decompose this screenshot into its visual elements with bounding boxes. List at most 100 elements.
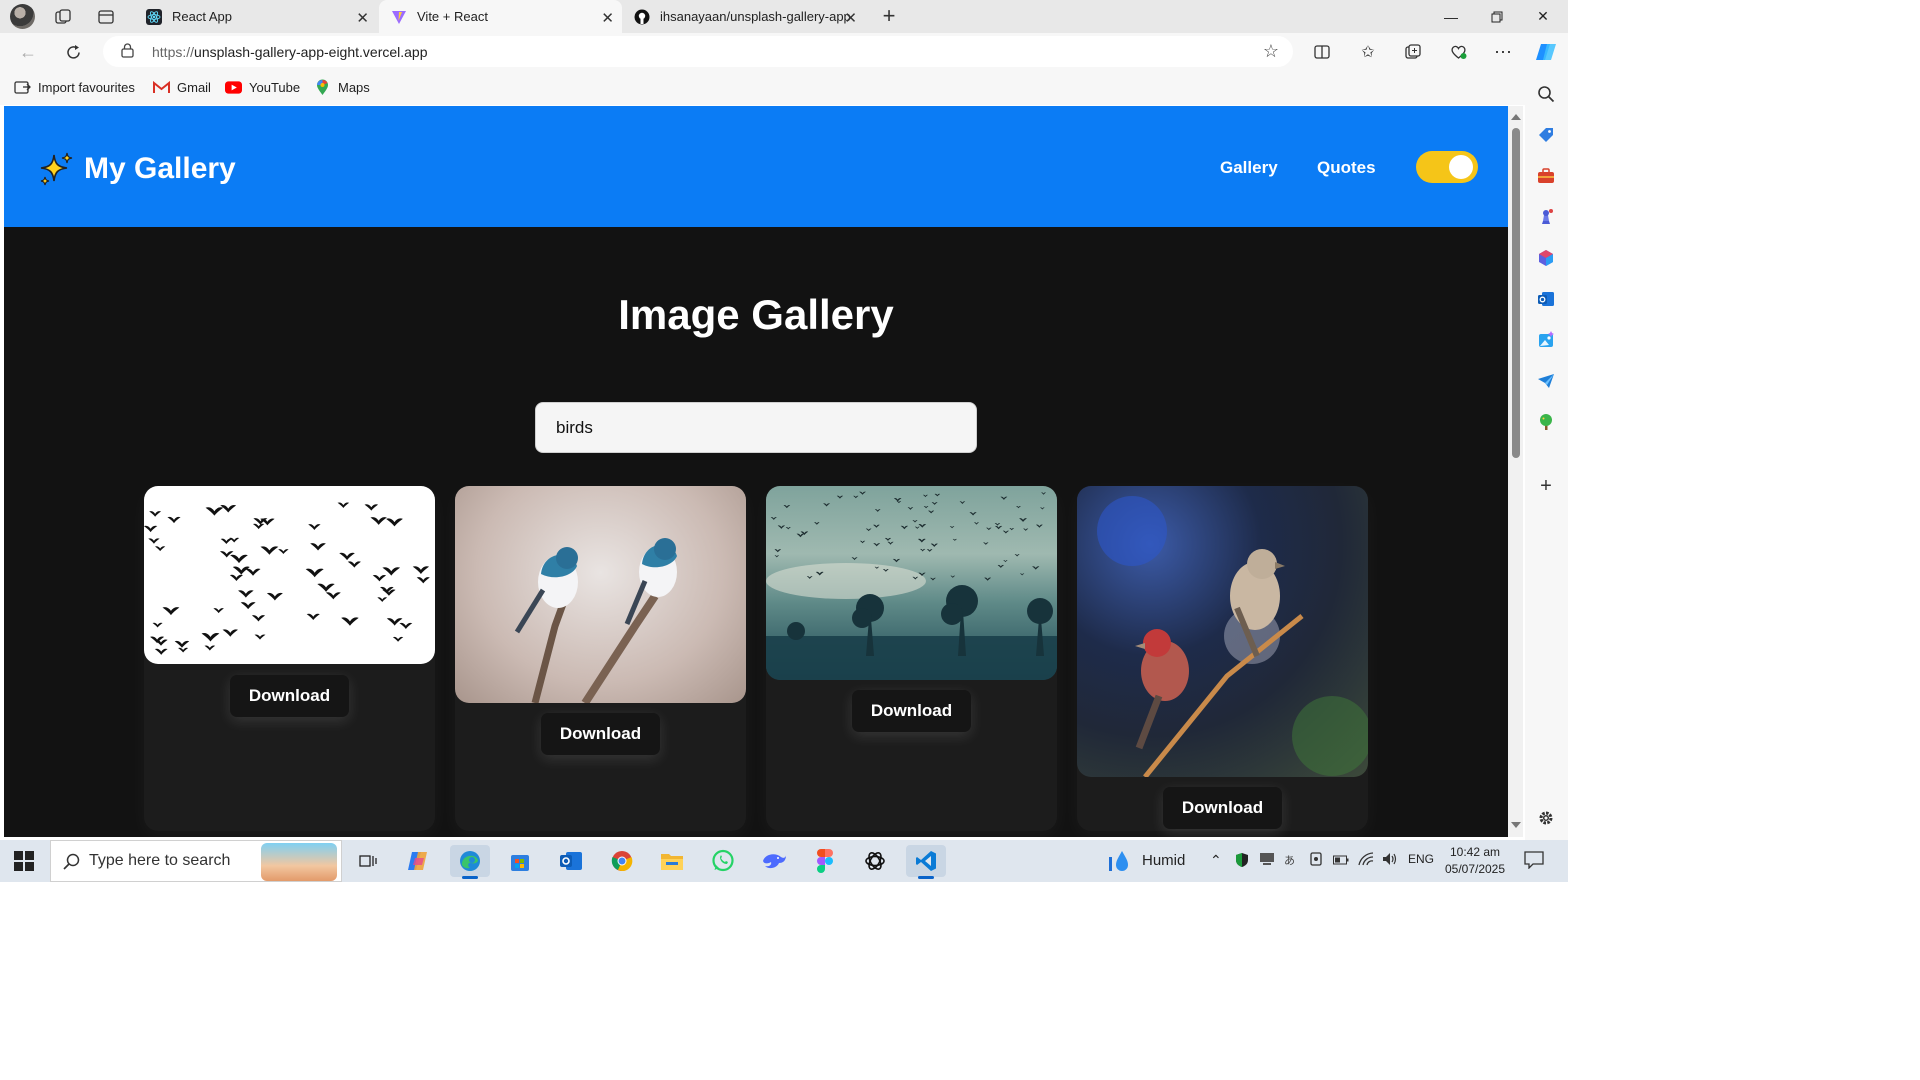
copilot-icon[interactable] xyxy=(1533,39,1559,65)
games-chess-icon[interactable] xyxy=(1535,206,1557,228)
image-creator-icon[interactable] xyxy=(1535,329,1557,351)
volume-icon[interactable] xyxy=(1382,852,1398,869)
shopping-tag-icon[interactable] xyxy=(1535,124,1557,146)
download-button[interactable]: Download xyxy=(541,713,660,755)
close-tab-icon[interactable]: ✕ xyxy=(601,9,614,27)
image-card: Download xyxy=(455,486,746,831)
foggy-landscape-birds-image[interactable] xyxy=(766,486,1057,680)
vscode-icon[interactable] xyxy=(906,845,946,879)
windows-start-icon[interactable] xyxy=(14,851,34,871)
brand-title: My Gallery xyxy=(84,152,236,185)
address-bar[interactable]: https://unsplash-gallery-app-eight.verce… xyxy=(103,36,1293,67)
react-logo-icon xyxy=(146,8,162,25)
refresh-icon[interactable] xyxy=(59,38,87,66)
deepseek-icon[interactable] xyxy=(754,845,794,877)
download-button[interactable]: Download xyxy=(852,690,971,732)
taskbar-search-box[interactable]: Type here to search xyxy=(50,840,342,882)
nav-quotes-link[interactable]: Quotes xyxy=(1317,158,1376,178)
minimize-icon[interactable]: — xyxy=(1428,0,1474,33)
microsoft-365-icon[interactable] xyxy=(1535,247,1557,269)
theme-toggle[interactable] xyxy=(1416,151,1478,183)
meet-now-icon[interactable] xyxy=(1309,852,1323,869)
profile-avatar[interactable] xyxy=(10,4,35,29)
microsoft-store-icon[interactable] xyxy=(500,845,540,877)
settings-gear-icon[interactable] xyxy=(1535,807,1557,829)
clock[interactable]: 10:42 am 05/07/2025 xyxy=(1440,844,1510,878)
scroll-thumb[interactable] xyxy=(1512,128,1520,458)
whatsapp-icon[interactable] xyxy=(703,845,743,877)
nav-gallery-link[interactable]: Gallery xyxy=(1220,158,1278,178)
weather-drop-icon[interactable] xyxy=(1109,849,1131,876)
file-explorer-icon[interactable] xyxy=(652,845,692,877)
page-scrollbar[interactable] xyxy=(1508,106,1523,837)
more-options-icon[interactable]: ⋯ xyxy=(1490,39,1516,65)
finches-on-branch-image[interactable] xyxy=(1077,486,1368,777)
tree-icon[interactable] xyxy=(1535,411,1557,433)
battery-icon[interactable] xyxy=(1333,852,1349,868)
search-icon[interactable] xyxy=(1535,83,1557,105)
lock-icon[interactable] xyxy=(121,43,134,63)
task-view-icon[interactable] xyxy=(348,845,388,877)
youtube-link[interactable]: YouTube xyxy=(225,79,300,96)
new-tab-icon[interactable]: + xyxy=(876,4,902,30)
favourites-bar: Import favourites Gmail YouTube Maps xyxy=(0,71,1525,105)
back-arrow-icon[interactable]: ← xyxy=(14,38,42,66)
close-tab-icon[interactable]: ✕ xyxy=(356,9,369,27)
copilot-taskbar-icon[interactable] xyxy=(399,845,439,877)
import-icon xyxy=(14,79,31,96)
image-card: Download xyxy=(766,486,1057,831)
workspaces-icon[interactable] xyxy=(47,4,79,30)
download-button[interactable]: Download xyxy=(230,675,349,717)
maps-link[interactable]: Maps xyxy=(314,79,370,96)
device-icon[interactable] xyxy=(1259,852,1275,869)
image-card: Download xyxy=(1077,486,1368,831)
vite-logo-icon xyxy=(391,9,407,25)
outlook-taskbar-icon[interactable] xyxy=(551,845,591,877)
browser-toolbar: ← https://unsplash-gallery-app-eight.ver… xyxy=(0,33,1568,71)
bird-flock-image[interactable] xyxy=(144,486,435,664)
image-card: Download xyxy=(144,486,435,831)
download-button[interactable]: Download xyxy=(1163,787,1282,829)
search-placeholder: Type here to search xyxy=(89,852,231,869)
split-screen-icon[interactable] xyxy=(1309,39,1335,65)
chatgpt-icon[interactable] xyxy=(855,845,895,877)
close-window-icon[interactable]: ✕ xyxy=(1520,0,1566,33)
edge-sidebar: + xyxy=(1525,71,1568,840)
tab-actions-icon[interactable] xyxy=(90,4,122,30)
add-favourite-star-icon[interactable]: ☆ xyxy=(1263,41,1279,62)
add-sidebar-app-icon[interactable]: + xyxy=(1535,475,1557,497)
brand[interactable]: My Gallery xyxy=(38,151,236,187)
tab-title: ihsanayaan/unsplash-gallery-app xyxy=(660,9,851,24)
tab-react-app[interactable]: React App ✕ xyxy=(134,0,377,33)
browser-essentials-icon[interactable] xyxy=(1445,39,1471,65)
collections-icon[interactable] xyxy=(1400,39,1426,65)
scroll-down-icon[interactable] xyxy=(1511,822,1521,828)
tools-briefcase-icon[interactable] xyxy=(1535,165,1557,187)
drop-send-icon[interactable] xyxy=(1535,370,1557,392)
restore-icon[interactable] xyxy=(1474,0,1520,33)
sparkles-icon xyxy=(40,152,73,186)
scroll-up-icon[interactable] xyxy=(1511,114,1521,120)
chrome-icon[interactable] xyxy=(602,845,642,877)
favourites-icon[interactable]: ✩ xyxy=(1355,39,1381,65)
figma-icon[interactable] xyxy=(805,845,845,877)
edge-taskbar-icon[interactable] xyxy=(450,845,490,879)
keyboard-icon[interactable]: あ xyxy=(1284,852,1295,868)
windows-taskbar: Type here to search Humid ⌃ あ ENG 10:42 … xyxy=(0,840,1568,882)
weather-label[interactable]: Humid xyxy=(1142,852,1185,869)
close-tab-icon[interactable]: ✕ xyxy=(844,9,857,27)
tab-github-repo[interactable]: ihsanayaan/unsplash-gallery-app ✕ xyxy=(622,0,865,33)
notifications-icon[interactable] xyxy=(1524,851,1544,872)
defender-shield-icon[interactable] xyxy=(1235,852,1249,871)
tree-swallows-image[interactable] xyxy=(455,486,746,703)
tab-vite-react[interactable]: Vite + React ✕ xyxy=(379,0,622,33)
import-favourites-link[interactable]: Import favourites xyxy=(14,79,135,96)
clock-time: 10:42 am xyxy=(1449,845,1501,859)
language-indicator[interactable]: ENG xyxy=(1408,852,1434,866)
outlook-icon[interactable] xyxy=(1535,288,1557,310)
search-input[interactable] xyxy=(535,402,977,453)
gmail-link[interactable]: Gmail xyxy=(153,79,211,96)
tab-title: Vite + React xyxy=(417,9,488,24)
show-hidden-icons-chevron-icon[interactable]: ⌃ xyxy=(1210,852,1222,869)
wifi-icon[interactable] xyxy=(1358,852,1374,869)
